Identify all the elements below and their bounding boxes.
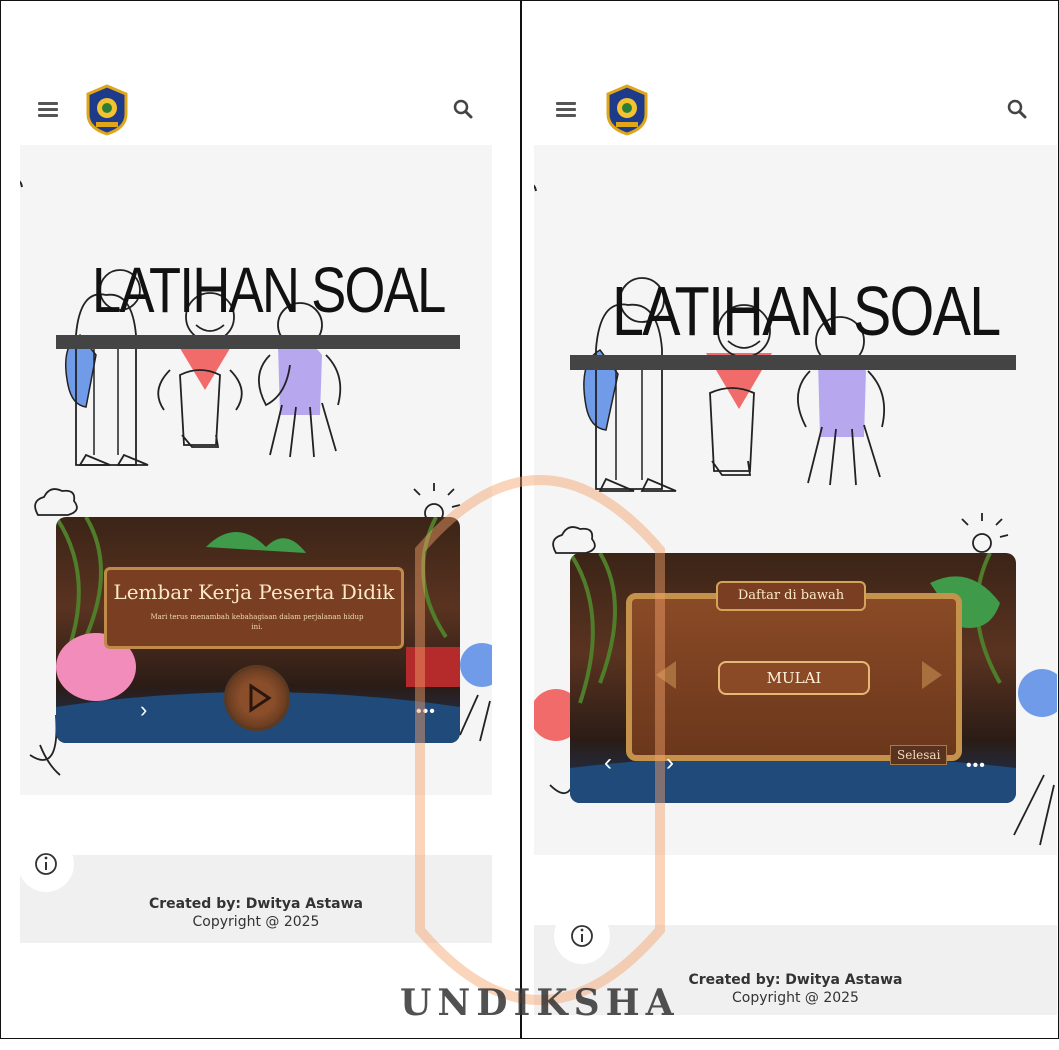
menu-icon[interactable] xyxy=(556,102,576,118)
footer: Created by: Dwitya Astawa Copyright @ 20… xyxy=(20,855,492,943)
prev-page-arrow[interactable] xyxy=(656,661,676,689)
top-bar xyxy=(522,80,1057,140)
main-content: LATIHAN SOAL Lembar Kerja Peserta Didik … xyxy=(20,145,492,795)
banner-subtitle: Mari terus menambah kebahagiaan dalam pe… xyxy=(150,613,364,631)
game-frame[interactable]: Daftar di bawah MULAI Selesai ‹ › ••• xyxy=(570,553,1016,803)
page-title: LATIHAN SOAL xyxy=(612,272,1001,350)
banner-panel: Lembar Kerja Peserta Didik Mari terus me… xyxy=(104,567,404,649)
game-frame[interactable]: Lembar Kerja Peserta Didik Mari terus me… xyxy=(56,517,460,743)
copyright-text: Copyright @ 2025 xyxy=(732,990,859,1006)
footer-credit: Created by: Dwitya Astawa Copyright @ 20… xyxy=(534,971,1057,1007)
left-phone-screen: LATIHAN SOAL Lembar Kerja Peserta Didik … xyxy=(2,0,520,1039)
search-icon[interactable] xyxy=(452,98,474,120)
page-title: LATIHAN SOAL xyxy=(92,254,446,326)
logo-crest-icon[interactable] xyxy=(82,84,132,136)
finish-button[interactable]: Selesai xyxy=(890,745,948,765)
next-page-arrow[interactable] xyxy=(922,661,942,689)
title-underline-bar xyxy=(570,355,1016,370)
title-underline-bar xyxy=(56,335,460,349)
next-arrow-button[interactable]: › xyxy=(140,697,147,723)
logo-crest-icon[interactable] xyxy=(602,84,652,136)
menu-icon[interactable] xyxy=(38,102,58,118)
created-by-text: Created by: Dwitya Astawa xyxy=(688,972,903,988)
list-header-label: Daftar di bawah xyxy=(716,581,866,611)
banner-title: Lembar Kerja Peserta Didik xyxy=(113,580,395,604)
created-by-text: Created by: Dwitya Astawa xyxy=(148,896,363,912)
next-arrow-button[interactable]: › xyxy=(666,749,674,777)
footer: Created by: Dwitya Astawa Copyright @ 20… xyxy=(534,925,1057,1015)
search-icon[interactable] xyxy=(1006,98,1028,120)
play-icon xyxy=(249,683,272,713)
prev-arrow-button[interactable]: ‹ xyxy=(604,749,612,777)
right-phone-screen: LATIHAN SOAL Daftar di bawah MULAI Seles… xyxy=(522,0,1057,1039)
more-options-button[interactable]: ••• xyxy=(966,757,986,775)
top-bar xyxy=(2,80,520,140)
main-content: LATIHAN SOAL Daftar di bawah MULAI Seles… xyxy=(534,145,1057,855)
info-button[interactable] xyxy=(18,836,74,892)
copyright-text: Copyright @ 2025 xyxy=(192,914,320,930)
info-icon xyxy=(35,853,57,875)
start-button[interactable]: MULAI xyxy=(718,661,870,695)
info-icon xyxy=(571,925,593,947)
play-button[interactable] xyxy=(224,665,290,731)
info-button[interactable] xyxy=(554,908,610,964)
footer-credit: Created by: Dwitya Astawa Copyright @ 20… xyxy=(20,895,492,931)
more-options-button[interactable]: ••• xyxy=(416,703,436,721)
